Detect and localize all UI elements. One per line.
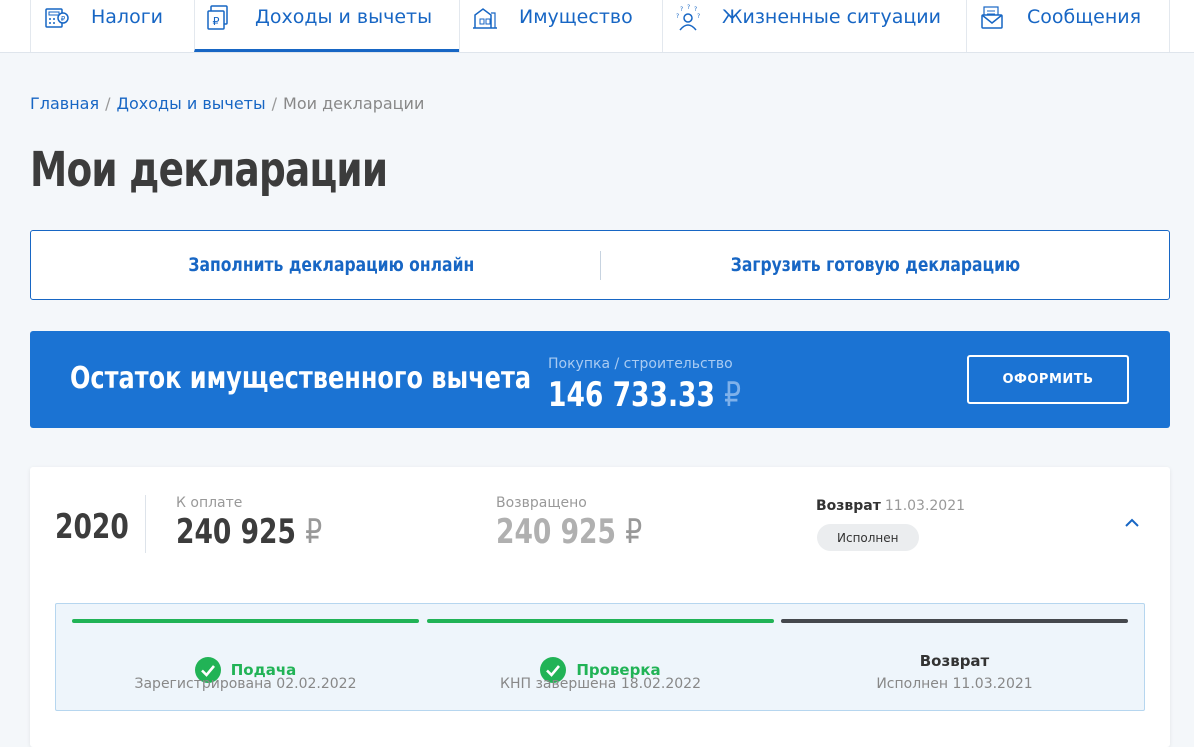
- step-submission: Подача Зарегистрирована 02.02.2022: [72, 619, 419, 709]
- card-divider: [145, 495, 146, 553]
- returned-amount: 240 925 ₽: [496, 512, 642, 552]
- declaration-year: 2020: [55, 507, 129, 547]
- nav-tab-label: Налоги: [91, 6, 164, 28]
- step-bar: [72, 619, 419, 623]
- top-nav: ₽ Налоги ₽ Доходы и вычеты Имущество ? ?…: [0, 0, 1194, 53]
- banner-sub-label: Покупка / строительство: [548, 356, 733, 372]
- declaration-progress: Подача Зарегистрирована 02.02.2022 Прове…: [55, 603, 1145, 711]
- person-questions-icon: ? ? ? ? ?: [676, 4, 700, 31]
- nav-tab-property[interactable]: Имущество: [459, 0, 662, 52]
- step-subtitle: Зарегистрирована 02.02.2022: [134, 676, 357, 692]
- returned-label: Возвращено: [496, 495, 587, 511]
- svg-text:?: ?: [687, 4, 690, 11]
- nav-tab-life-situations[interactable]: ? ? ? ? ? Жизненные ситуации: [662, 0, 966, 52]
- breadcrumb-home-link[interactable]: Главная: [30, 94, 99, 113]
- status-badge: Исполнен: [817, 524, 919, 551]
- step-subtitle: Исполнен 11.03.2021: [876, 676, 1033, 692]
- declaration-card: 2020 К оплате 240 925 ₽ Возвращено 240 9…: [30, 467, 1170, 747]
- svg-text:?: ?: [680, 6, 683, 13]
- breadcrumb-separator: /: [105, 94, 111, 113]
- calculator-icon: ₽: [45, 8, 69, 28]
- step-subtitle: КНП завершена 18.02.2022: [500, 676, 701, 692]
- nav-tab-messages[interactable]: Сообщения: [966, 0, 1170, 52]
- nav-tab-label: Имущество: [519, 6, 633, 28]
- svg-text:₽: ₽: [213, 15, 220, 28]
- step-title: Возврат: [919, 652, 990, 670]
- breadcrumb-current: Мои декларации: [283, 94, 425, 113]
- page-title: Мои декларации: [30, 142, 388, 198]
- nav-tab-label: Сообщения: [1027, 6, 1142, 28]
- chevron-up-icon[interactable]: [1123, 515, 1141, 529]
- breadcrumb-section-link[interactable]: Доходы и вычеты: [117, 94, 266, 113]
- svg-text:?: ?: [694, 6, 697, 13]
- step-check: Проверка КНП завершена 18.02.2022: [427, 619, 774, 709]
- banner-amount-value: 146 733.33: [548, 375, 715, 415]
- ruble-sign: ₽: [724, 375, 742, 415]
- nav-tab-label: Доходы и вычеты: [255, 6, 433, 28]
- refund-status-date: 11.03.2021: [884, 498, 966, 514]
- svg-text:?: ?: [676, 13, 679, 20]
- step-bar: [427, 619, 774, 623]
- step-bar: [781, 619, 1128, 623]
- nav-tab-label: Жизненные ситуации: [722, 6, 941, 28]
- envelope-icon: [981, 6, 1003, 29]
- ruble-sign: ₽: [625, 512, 643, 552]
- svg-text:₽: ₽: [61, 15, 66, 23]
- breadcrumb: Главная / Доходы и вычеты / Мои декларации: [30, 94, 424, 113]
- returned-value: 240 925: [496, 512, 616, 552]
- declaration-actions: Заполнить декларацию онлайн Загрузить го…: [30, 230, 1170, 300]
- property-icon: [473, 8, 497, 29]
- property-deduction-banner: Остаток имущественного вычета Покупка / …: [30, 331, 1170, 428]
- svg-text:?: ?: [697, 13, 700, 20]
- step-header: Возврат: [781, 652, 1128, 670]
- upload-declaration-label: Загрузить готовую декларацию: [730, 254, 1021, 276]
- ruble-sign: ₽: [305, 512, 323, 552]
- upload-declaration-button[interactable]: Загрузить готовую декларацию: [600, 231, 1151, 299]
- to-pay-value: 240 925: [176, 512, 296, 552]
- step-refund: Возврат Исполнен 11.03.2021: [781, 619, 1128, 709]
- to-pay-label: К оплате: [176, 495, 243, 511]
- fill-online-label: Заполнить декларацию онлайн: [188, 254, 474, 276]
- banner-amount: 146 733.33 ₽: [548, 375, 741, 415]
- banner-title: Остаток имущественного вычета: [70, 361, 532, 396]
- nav-tab-taxes[interactable]: ₽ Налоги: [30, 0, 194, 52]
- fill-online-button[interactable]: Заполнить декларацию онлайн: [31, 231, 631, 299]
- nav-tab-income[interactable]: ₽ Доходы и вычеты: [194, 0, 459, 52]
- ruble-document-icon: ₽: [207, 5, 228, 30]
- refund-status-label: Возврат: [816, 498, 881, 514]
- apply-button[interactable]: ОФОРМИТЬ: [967, 355, 1129, 404]
- breadcrumb-separator: /: [271, 94, 278, 113]
- refund-status: Возврат 11.03.2021: [816, 498, 965, 514]
- to-pay-amount: 240 925 ₽: [176, 512, 322, 552]
